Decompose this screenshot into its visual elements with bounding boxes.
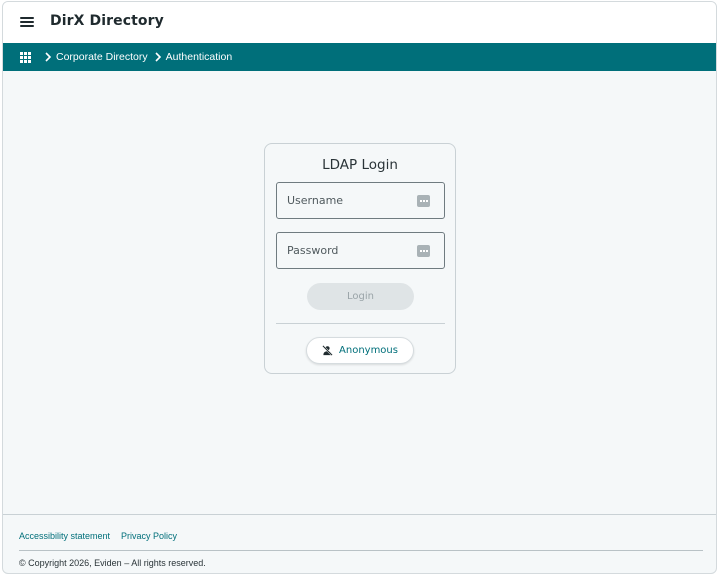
accessibility-statement-link[interactable]: Accessibility statement [19, 531, 110, 541]
password-field [276, 232, 445, 269]
app-window: DirX Directory Corporate Directory Authe… [2, 1, 717, 574]
privacy-policy-link[interactable]: Privacy Policy [121, 531, 177, 541]
footer-links: Accessibility statement Privacy Policy [19, 531, 188, 541]
footer-divider [19, 550, 703, 551]
breadcrumb-trail: Corporate Directory Authentication [43, 43, 237, 71]
breadcrumb-item-corporate-directory[interactable]: Corporate Directory [56, 51, 148, 63]
top-bar: DirX Directory [3, 2, 716, 43]
chevron-right-icon [45, 52, 52, 62]
ldap-login-card: LDAP Login Login Anonymous [264, 143, 456, 374]
username-field [276, 182, 445, 219]
divider [276, 323, 445, 324]
person-off-icon [322, 345, 333, 356]
password-manager-dots-icon[interactable] [417, 245, 430, 257]
copyright-text: © Copyright 2026, Eviden – All rights re… [19, 558, 206, 568]
chevron-right-icon [155, 52, 161, 62]
anonymous-button-label: Anonymous [339, 345, 398, 356]
login-button[interactable]: Login [307, 283, 414, 310]
card-title: LDAP Login [322, 157, 398, 173]
apps-grid-icon[interactable] [20, 52, 31, 63]
footer-divider [3, 514, 716, 515]
hamburger-menu-icon[interactable] [20, 15, 34, 29]
breadcrumb-item-authentication: Authentication [165, 51, 233, 63]
app-title: DirX Directory [50, 13, 164, 29]
anonymous-button[interactable]: Anonymous [306, 337, 414, 364]
breadcrumb: Corporate Directory Authentication [3, 43, 716, 71]
password-manager-dots-icon[interactable] [417, 195, 430, 207]
